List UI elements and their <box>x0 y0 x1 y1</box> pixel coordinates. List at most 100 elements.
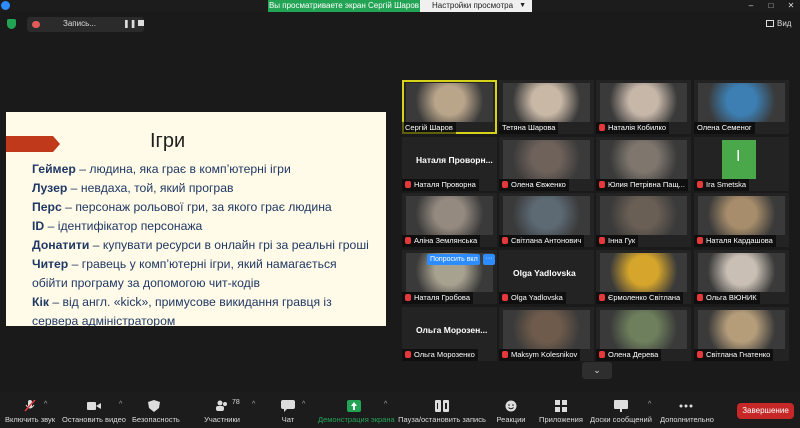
participant-name-label: Наталя Гробова <box>402 292 473 304</box>
participant-name: Олена Євженко <box>511 180 566 189</box>
end-meeting-button[interactable]: Завершение <box>737 403 794 419</box>
apps-button[interactable]: Приложения <box>538 392 584 428</box>
chat-button[interactable]: Чат <box>276 392 300 428</box>
participant-video <box>406 83 493 122</box>
slide-definition: – купувати ресурси в онлайн грі за реаль… <box>89 238 369 252</box>
participant-tile[interactable]: Світлана Гнатенко <box>694 307 789 361</box>
mic-muted-icon <box>502 181 508 188</box>
cloud-record-icon <box>32 21 40 28</box>
more-dots-icon <box>679 404 693 408</box>
participant-name-label: Ira Smetska <box>694 179 750 191</box>
participant-name: Світлана Антонович <box>511 236 582 245</box>
unmute-button[interactable]: Включить звук <box>2 392 58 428</box>
participant-tile[interactable]: Тетяна Шарова <box>499 80 594 134</box>
participant-video <box>600 196 687 235</box>
slide-definition: – гравець у комп’ютерні ігри, який намаг… <box>68 257 337 271</box>
video-options-caret[interactable]: ^ <box>119 401 122 408</box>
slide-definition: – персонаж рольової гри, за якого грає л… <box>61 200 332 214</box>
avatar-initial: I <box>736 148 741 165</box>
participant-tile[interactable]: Ольга Морозен... Ольга Морозенко <box>402 307 497 361</box>
view-button[interactable]: Вид <box>766 19 791 28</box>
participant-tile[interactable]: Ольга ВЮНИК <box>694 250 789 304</box>
participant-tile[interactable]: Юлия Петрівна Пащ... <box>596 137 691 191</box>
recording-label: Запись... <box>63 19 96 28</box>
share-screen-label: Демонстрация экрана <box>318 415 395 424</box>
participant-tile[interactable]: Наталя Кардашова <box>694 193 789 247</box>
minimize-icon[interactable]: – <box>745 0 757 12</box>
security-button[interactable]: Безопасность <box>132 392 180 428</box>
participant-tile[interactable]: Maksym Kolesnikov <box>499 307 594 361</box>
whiteboards-options-caret[interactable]: ^ <box>648 401 651 408</box>
chat-options-caret[interactable]: ^ <box>302 401 305 408</box>
stop-recording-icon[interactable] <box>138 20 144 26</box>
participant-tile[interactable]: Інна Гук <box>596 193 691 247</box>
mic-muted-icon <box>599 237 605 244</box>
participant-video <box>600 83 687 122</box>
encryption-shield-icon[interactable] <box>7 19 16 29</box>
slide-term: Лузер <box>32 181 68 195</box>
mic-muted-icon <box>405 181 411 188</box>
participant-name: Olga Yadlovska <box>511 293 563 302</box>
participant-tile[interactable]: Олена Семеног <box>694 80 789 134</box>
ask-to-unmute-button[interactable]: Попросить вкл <box>427 254 480 265</box>
grid-view-icon <box>766 20 774 27</box>
pause-recording-label: Пауза/остановить запись <box>398 415 486 424</box>
mic-muted-icon <box>502 351 508 358</box>
participants-button[interactable]: Участники <box>200 392 244 428</box>
tile-more-options-button[interactable]: ··· <box>483 254 495 265</box>
share-screen-button[interactable]: Демонстрация экрана <box>318 392 395 428</box>
more-button[interactable]: Дополнительно <box>660 392 714 428</box>
participants-options-caret[interactable]: ^ <box>252 401 255 408</box>
participant-tile[interactable]: Світлана Антонович <box>499 193 594 247</box>
participant-name: Наталя Кардашова <box>706 236 773 245</box>
participant-name: Аліна Землянська <box>414 236 478 245</box>
unmute-label: Включить звук <box>4 415 56 424</box>
mic-muted-icon <box>697 181 703 188</box>
participant-video <box>600 253 687 292</box>
whiteboards-button[interactable]: Доски сообщений <box>590 392 652 428</box>
reactions-button[interactable]: Реакции <box>496 392 526 428</box>
participants-label: Участники <box>204 415 240 424</box>
slide-title: Ігри <box>150 130 186 152</box>
participant-video <box>503 310 590 349</box>
participant-tile[interactable]: Єрмоленко Світлана <box>596 250 691 304</box>
participant-tile[interactable]: Аліна Землянська <box>402 193 497 247</box>
slide-term: Кік <box>32 295 49 309</box>
participant-name-label: Інна Гук <box>596 235 639 247</box>
viewing-screen-banner: Вы просматриваете экран Сергій Шаров <box>268 0 420 12</box>
gallery-next-page-button[interactable]: ⌄ <box>582 362 612 379</box>
stop-video-button[interactable]: Остановить видео <box>60 392 128 428</box>
mic-muted-icon <box>24 400 36 412</box>
participant-tile[interactable]: Olga Yadlovska Olga Yadlovska <box>499 250 594 304</box>
mic-muted-icon <box>502 237 508 244</box>
participant-tile[interactable]: Олена Дерева <box>596 307 691 361</box>
mic-muted-icon <box>405 237 411 244</box>
participant-tile[interactable]: Олена Євженко <box>499 137 594 191</box>
mic-muted-icon <box>599 351 605 358</box>
participant-tile[interactable]: I Ira Smetska <box>694 137 789 191</box>
participant-video <box>406 196 493 235</box>
stop-video-label: Остановить видео <box>62 415 126 424</box>
participant-tile[interactable]: Наталя Проворн... Наталя Проворна <box>402 137 497 191</box>
audio-options-caret[interactable]: ^ <box>44 401 47 408</box>
participant-tile[interactable]: Сергій Шаров <box>402 80 497 134</box>
participant-name-label: Світлана Гнатенко <box>694 349 774 361</box>
participants-icon <box>216 400 227 411</box>
participant-display-name: Olga Yadlovska <box>513 268 576 278</box>
pause-recording-button[interactable]: Пауза/остановить запись <box>398 392 486 428</box>
maximize-icon[interactable]: □ <box>765 0 777 12</box>
pause-recording-icon[interactable]: ❚❚ <box>123 19 136 28</box>
participant-name-label: Юлия Петрівна Пащ... <box>596 179 688 191</box>
participant-tile[interactable]: Наталія Кобилко <box>596 80 691 134</box>
pause-stop-icon <box>435 400 449 412</box>
participant-video <box>600 310 687 349</box>
share-options-caret[interactable]: ^ <box>384 401 387 408</box>
slide-line: Донатити – купувати ресурси в онлайн грі… <box>32 236 382 255</box>
participant-name: Єрмоленко Світлана <box>608 293 681 302</box>
view-settings-dropdown[interactable]: Настройки просмотра ▼ <box>420 0 532 12</box>
mic-muted-icon <box>502 294 508 301</box>
slide-term: Читер <box>32 257 69 271</box>
participant-name: Maksym Kolesnikov <box>511 350 578 359</box>
participants-count: 78 <box>232 399 240 406</box>
close-icon[interactable]: ✕ <box>785 0 797 12</box>
